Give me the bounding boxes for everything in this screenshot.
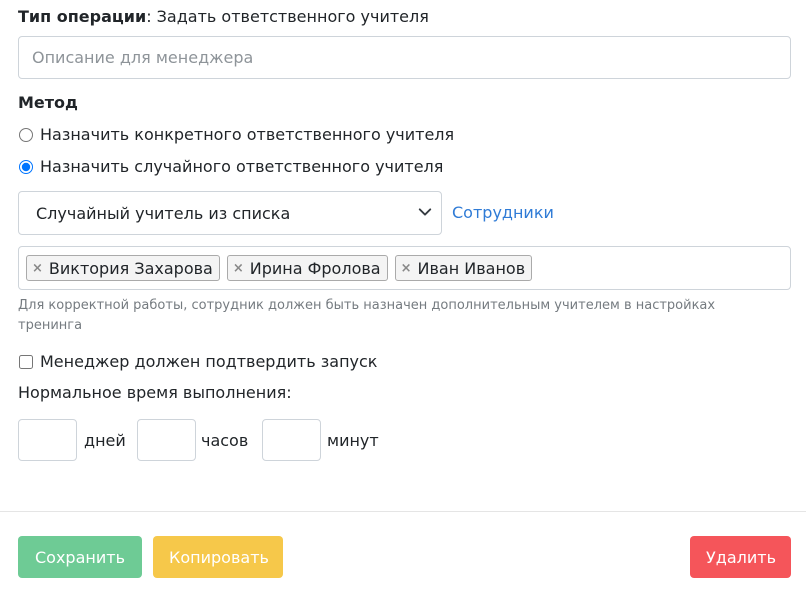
radio-specific-teacher[interactable]: Назначить конкретного ответственного учи… — [18, 125, 454, 144]
employees-link[interactable]: Сотрудники — [452, 203, 554, 222]
tag-label: Ирина Фролова — [249, 258, 381, 278]
teachers-tags-input[interactable]: × Виктория Захарова × Ирина Фролова × Ив… — [18, 246, 791, 290]
radio-random-teacher[interactable]: Назначить случайного ответственного учит… — [18, 157, 443, 176]
remove-tag-icon[interactable]: × — [32, 261, 43, 276]
remove-tag-icon[interactable]: × — [233, 261, 244, 276]
operation-type: Тип операции: Задать ответственного учит… — [18, 7, 429, 26]
hours-unit: часов — [201, 431, 249, 450]
delete-button[interactable]: Удалить — [690, 536, 791, 578]
minutes-input[interactable] — [262, 419, 321, 461]
description-input[interactable] — [18, 36, 791, 79]
radio-specific-input[interactable] — [19, 127, 33, 142]
help-text: Для корректной работы, сотрудник должен … — [18, 298, 716, 333]
radio-random-label: Назначить случайного ответственного учит… — [40, 157, 444, 176]
copy-button[interactable]: Копировать — [153, 536, 283, 578]
method-label: Метод — [18, 93, 78, 112]
days-input[interactable] — [18, 419, 77, 461]
confirm-launch-checkbox[interactable]: Менеджер должен подтвердить запуск — [18, 352, 377, 371]
confirm-launch-label: Менеджер должен подтвердить запуск — [40, 352, 378, 371]
tag-label: Иван Иванов — [417, 258, 526, 278]
tag-label: Виктория Захарова — [48, 258, 213, 278]
teacher-select[interactable]: Случайный учитель из списка — [18, 191, 442, 235]
save-button[interactable]: Сохранить — [18, 536, 142, 578]
chevron-down-icon — [418, 208, 432, 216]
remove-tag-icon[interactable]: × — [401, 261, 412, 276]
tag-teacher: × Иван Иванов — [394, 255, 533, 281]
radio-random-input[interactable] — [19, 159, 33, 174]
minutes-unit: минут — [327, 431, 379, 450]
tag-teacher: × Виктория Захарова — [26, 255, 220, 281]
operation-type-label: Тип операции — [18, 7, 147, 26]
operation-type-value: : Задать ответственного учителя — [146, 7, 429, 26]
tag-teacher: × Ирина Фролова — [226, 255, 388, 281]
footer-divider — [0, 511, 806, 512]
days-unit: дней — [84, 431, 126, 450]
confirm-launch-input[interactable] — [19, 354, 33, 369]
teacher-select-value: Случайный учитель из списка — [36, 203, 291, 223]
radio-specific-label: Назначить конкретного ответственного учи… — [40, 125, 455, 144]
hours-input[interactable] — [137, 419, 196, 461]
normal-time-label: Нормальное время выполнения: — [18, 383, 292, 402]
